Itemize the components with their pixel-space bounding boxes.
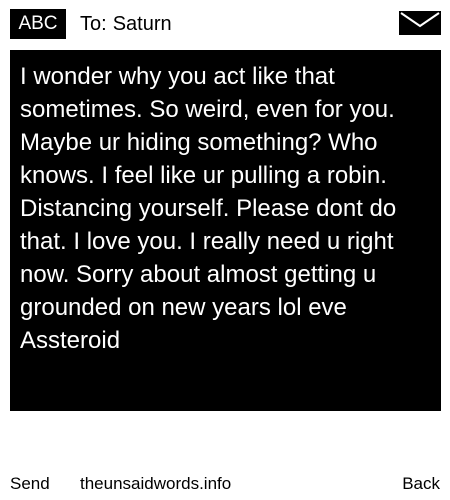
message-text[interactable]: I wonder why you act like that sometimes… — [20, 60, 430, 357]
recipient-name: Saturn — [112, 13, 172, 35]
envelope-icon — [399, 11, 441, 35]
recipient-field[interactable]: To: Saturn — [80, 9, 172, 39]
message-box[interactable]: I wonder why you act like that sometimes… — [10, 50, 441, 411]
send-button[interactable]: Send — [10, 470, 50, 498]
site-link[interactable]: theunsaidwords.info — [80, 470, 231, 498]
back-button[interactable]: Back — [402, 470, 440, 498]
footer: Send theunsaidwords.info Back — [0, 470, 450, 498]
input-mode-indicator: ABC — [10, 9, 66, 39]
message-header: ABC To: Saturn — [0, 0, 450, 48]
recipient-prefix: To: — [80, 13, 107, 35]
